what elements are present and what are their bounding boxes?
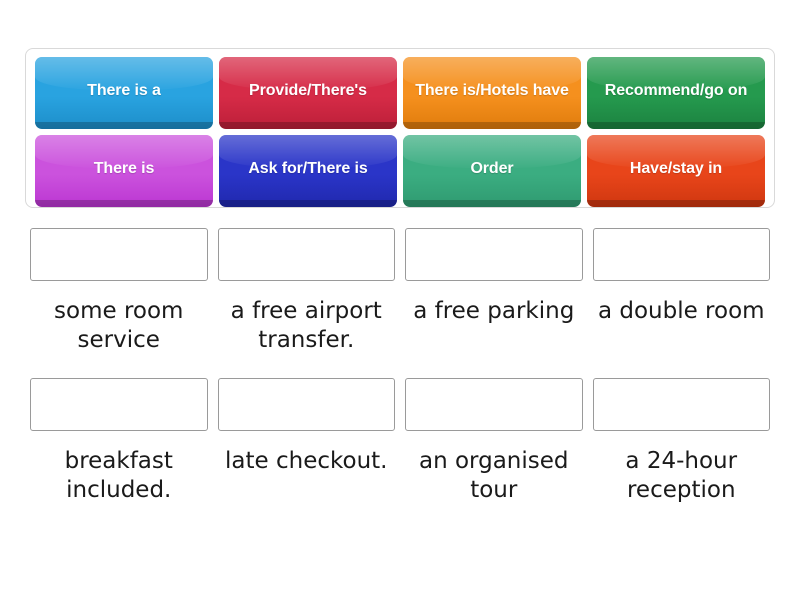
- answer-item-7: an organised tour: [400, 377, 588, 506]
- tile-label: There is a: [87, 81, 161, 99]
- drop-zone-3[interactable]: [405, 228, 583, 281]
- tile-label: Have/stay in: [629, 159, 723, 177]
- draggable-tile-5[interactable]: There is: [35, 135, 213, 207]
- answer-grid: some room service a free airport transfe…: [25, 228, 775, 506]
- tile-label: Order: [470, 159, 514, 177]
- answer-row-2: breakfast included. late checkout. an or…: [25, 377, 776, 506]
- answer-item-1: some room service: [25, 228, 213, 356]
- drop-zone-8[interactable]: [592, 377, 770, 431]
- answer-item-2: a free airport transfer.: [213, 228, 401, 356]
- tile-label: There is: [93, 159, 155, 177]
- tile-label: Recommend/go on: [604, 81, 748, 99]
- tile-tray: There is a Provide/There's There is/Hote…: [25, 48, 775, 208]
- answer-label-1: some room service: [54, 298, 184, 354]
- answer-item-5: breakfast included.: [25, 377, 213, 506]
- draggable-tile-3[interactable]: There is/Hotels have: [403, 57, 581, 129]
- answer-item-8: a 24-hour reception: [588, 377, 776, 506]
- answer-label-2: a free airport transfer.: [230, 298, 382, 354]
- answer-label-8: a 24-hour reception: [625, 447, 738, 504]
- tile-slot: Have/stay in: [584, 135, 768, 207]
- tile-slot: Provide/There's: [216, 57, 400, 129]
- tile-row-2: There is Ask for/There is Order Have/sta…: [32, 135, 768, 207]
- tile-label: There is/Hotels have: [415, 81, 569, 99]
- drop-zone-4[interactable]: [592, 228, 770, 281]
- draggable-tile-1[interactable]: There is a: [35, 57, 213, 129]
- draggable-tile-6[interactable]: Ask for/There is: [219, 135, 397, 207]
- tile-label: Ask for/There is: [248, 159, 368, 177]
- tile-slot: There is/Hotels have: [400, 57, 584, 129]
- answer-item-3: a free parking: [400, 228, 588, 356]
- tile-slot: There is: [32, 135, 216, 207]
- drop-zone-5[interactable]: [30, 377, 208, 431]
- answer-label-4: a double room: [597, 298, 765, 324]
- answer-row-1: some room service a free airport transfe…: [25, 228, 775, 356]
- tile-slot: Recommend/go on: [584, 57, 768, 129]
- draggable-tile-4[interactable]: Recommend/go on: [587, 57, 765, 129]
- answer-label-5: breakfast included.: [64, 447, 173, 504]
- draggable-tile-2[interactable]: Provide/There's: [219, 57, 397, 129]
- drop-zone-6[interactable]: [217, 377, 395, 431]
- tile-slot: Order: [400, 135, 584, 207]
- tile-label: Provide/There's: [249, 81, 367, 99]
- tile-slot: There is a: [32, 57, 216, 129]
- answer-item-4: a double room: [588, 228, 776, 356]
- drop-zone-2[interactable]: [217, 228, 395, 281]
- drop-zone-7[interactable]: [405, 377, 583, 431]
- draggable-tile-8[interactable]: Have/stay in: [587, 135, 765, 207]
- answer-item-6: late checkout.: [213, 377, 401, 506]
- answer-label-6: late checkout.: [225, 447, 388, 474]
- tile-row-1: There is a Provide/There's There is/Hote…: [32, 57, 768, 129]
- drop-zone-1[interactable]: [30, 228, 208, 281]
- draggable-tile-7[interactable]: Order: [403, 135, 581, 207]
- tile-slot: Ask for/There is: [216, 135, 400, 207]
- answer-label-3: a free parking: [413, 298, 575, 324]
- activity-stage: There is a Provide/There's There is/Hote…: [0, 0, 800, 600]
- answer-label-7: an organised tour: [419, 447, 569, 504]
